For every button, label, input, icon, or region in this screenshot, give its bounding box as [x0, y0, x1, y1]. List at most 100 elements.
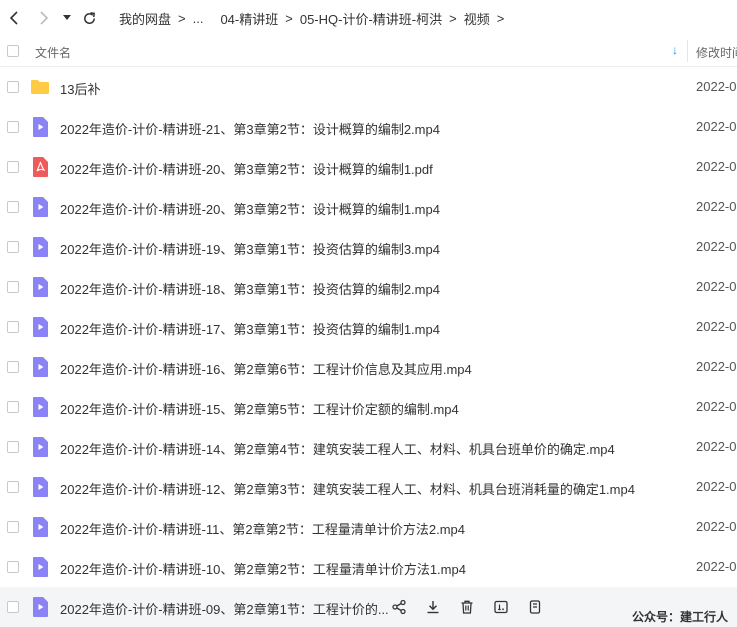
file-modified-date: 2022-0 [696, 479, 737, 494]
rename-icon[interactable] [493, 599, 509, 615]
file-name[interactable]: 2022年造价-计价-精讲班-10、第2章第2节：工程量清单计价方法1.mp4 [60, 559, 466, 578]
video-file-icon [33, 197, 48, 217]
file-modified-date: 2022-0 [696, 79, 737, 94]
breadcrumb-item-current[interactable]: 视频 [464, 9, 490, 28]
navigation-bar: 我的网盘 > ... 04-精讲班 > 05-HQ-计价-精讲班-柯洪 > 视频… [0, 0, 737, 36]
breadcrumb-separator: > [285, 11, 293, 26]
video-file-icon [33, 317, 48, 337]
breadcrumb: 我的网盘 > ... 04-精讲班 > 05-HQ-计价-精讲班-柯洪 > 视频… [119, 9, 511, 28]
file-name[interactable]: 2022年造价-计价-精讲班-16、第2章第6节：工程计价信息及其应用.mp4 [60, 359, 472, 378]
file-row[interactable]: 2022年造价-计价-精讲班-14、第2章第4节：建筑安装工程人工、材料、机具台… [0, 427, 737, 467]
download-icon[interactable] [425, 599, 441, 615]
file-name[interactable]: 2022年造价-计价-精讲班-09、第2章第1节：工程计价的... [60, 599, 389, 618]
file-modified-date: 2022-0 [696, 159, 737, 174]
file-row[interactable]: 2022年造价-计价-精讲班-16、第2章第6节：工程计价信息及其应用.mp4 2… [0, 347, 737, 387]
sort-arrow-icon[interactable]: ↓ [672, 43, 678, 57]
file-name[interactable]: 2022年造价-计价-精讲班-20、第3章第2节：设计概算的编制1.pdf [60, 159, 433, 178]
video-file-icon [33, 477, 48, 497]
file-row[interactable]: 2022年造价-计价-精讲班-20、第3章第2节：设计概算的编制1.pdf 202… [0, 147, 737, 187]
breadcrumb-item-root[interactable]: 我的网盘 [119, 9, 171, 28]
file-row[interactable]: 2022年造价-计价-精讲班-17、第3章第1节：投资估算的编制1.mp4 202… [0, 307, 737, 347]
file-name[interactable]: 2022年造价-计价-精讲班-20、第3章第2节：设计概算的编制1.mp4 [60, 199, 440, 218]
row-checkbox[interactable] [7, 201, 19, 213]
file-row[interactable]: 2022年造价-计价-精讲班-18、第3章第1节：投资估算的编制2.mp4 202… [0, 267, 737, 307]
column-header-name[interactable]: 文件名 [35, 44, 71, 61]
watermark-text: 公众号：建工行人 [632, 610, 729, 624]
file-name[interactable]: 2022年造价-计价-精讲班-17、第3章第1节：投资估算的编制1.mp4 [60, 319, 440, 338]
chevron-left-icon [9, 11, 18, 25]
file-modified-date: 2022-0 [696, 559, 737, 574]
select-all-checkbox[interactable] [7, 45, 19, 57]
file-row[interactable]: 2022年造价-计价-精讲班-12、第2章第3节：建筑安装工程人工、材料、机具台… [0, 467, 737, 507]
file-name[interactable]: 2022年造价-计价-精讲班-15、第2章第5节：工程计价定额的编制.mp4 [60, 399, 459, 418]
file-name[interactable]: 13后补 [60, 79, 100, 98]
file-row[interactable]: 13后补 2022-0 [0, 67, 737, 107]
video-file-icon [33, 277, 48, 297]
row-checkbox[interactable] [7, 481, 19, 493]
row-checkbox[interactable] [7, 161, 19, 173]
row-checkbox[interactable] [7, 241, 19, 253]
chevron-right-icon [40, 11, 49, 25]
file-row[interactable]: 2022年造价-计价-精讲班-21、第3章第2节：设计概算的编制2.mp4 202… [0, 107, 737, 147]
file-modified-date: 2022-0 [696, 199, 737, 214]
video-file-icon [33, 557, 48, 577]
file-row[interactable]: 2022年造价-计价-精讲班-09、第2章第1节：工程计价的... [0, 587, 737, 627]
row-checkbox[interactable] [7, 401, 19, 413]
file-modified-date: 2022-0 [696, 519, 737, 534]
pdf-file-icon [33, 157, 48, 177]
file-modified-date: 2022-0 [696, 319, 737, 334]
file-modified-date: 2022-0 [696, 359, 737, 374]
file-modified-date: 2022-0 [696, 239, 737, 254]
breadcrumb-separator: > [449, 11, 457, 26]
breadcrumb-item-ellipsis[interactable]: ... [193, 11, 204, 26]
row-checkbox[interactable] [7, 321, 19, 333]
file-row[interactable]: 2022年造价-计价-精讲班-15、第2章第5节：工程计价定额的编制.mp4 20… [0, 387, 737, 427]
back-button[interactable] [4, 6, 24, 30]
file-row[interactable]: 2022年造价-计价-精讲班-10、第2章第2节：工程量清单计价方法1.mp4 2… [0, 547, 737, 587]
file-row[interactable]: 2022年造价-计价-精讲班-20、第3章第2节：设计概算的编制1.mp4 202… [0, 187, 737, 227]
video-file-icon [33, 357, 48, 377]
file-name[interactable]: 2022年造价-计价-精讲班-18、第3章第1节：投资估算的编制2.mp4 [60, 279, 440, 298]
row-checkbox[interactable] [7, 521, 19, 533]
video-file-icon [33, 117, 48, 137]
video-file-icon [33, 397, 48, 417]
file-modified-date: 2022-0 [696, 279, 737, 294]
video-file-icon [33, 437, 48, 457]
breadcrumb-item-course[interactable]: 04-精讲班 [220, 9, 278, 28]
breadcrumb-separator: > [496, 11, 505, 26]
file-modified-date: 2022-0 [696, 439, 737, 454]
row-checkbox[interactable] [7, 361, 19, 373]
video-file-icon [33, 597, 48, 617]
row-checkbox[interactable] [7, 81, 19, 93]
refresh-icon [83, 11, 95, 24]
breadcrumb-item-subject[interactable]: 05-HQ-计价-精讲班-柯洪 [300, 9, 442, 28]
file-modified-date: 2022-0 [696, 399, 737, 414]
row-checkbox[interactable] [7, 441, 19, 453]
file-name[interactable]: 2022年造价-计价-精讲班-21、第3章第2节：设计概算的编制2.mp4 [60, 119, 440, 138]
video-file-icon [33, 237, 48, 257]
caret-down-icon [63, 15, 71, 20]
file-list-header: 文件名 ↓ 修改时间 [0, 36, 737, 67]
delete-icon[interactable] [459, 599, 475, 615]
refresh-button[interactable] [79, 6, 99, 30]
column-divider[interactable] [687, 40, 688, 62]
file-modified-date: 2022-0 [696, 119, 737, 134]
row-checkbox[interactable] [7, 561, 19, 573]
video-file-icon [33, 517, 48, 537]
column-header-modified-label: 修改时间 [696, 46, 737, 60]
more-icon[interactable] [527, 599, 543, 615]
file-row[interactable]: 2022年造价-计价-精讲班-11、第2章第2节：工程量清单计价方法2.mp4 2… [0, 507, 737, 547]
file-name[interactable]: 2022年造价-计价-精讲班-14、第2章第4节：建筑安装工程人工、材料、机具台… [60, 439, 615, 458]
file-row[interactable]: 2022年造价-计价-精讲班-19、第3章第1节：投资估算的编制3.mp4 202… [0, 227, 737, 267]
column-header-modified[interactable]: 修改时间 [696, 44, 737, 61]
history-dropdown-button[interactable] [60, 6, 74, 30]
share-icon[interactable] [391, 599, 407, 615]
breadcrumb-separator: > [178, 11, 186, 26]
row-checkbox[interactable] [7, 601, 19, 613]
forward-button[interactable] [34, 6, 54, 30]
file-name[interactable]: 2022年造价-计价-精讲班-19、第3章第1节：投资估算的编制3.mp4 [60, 239, 440, 258]
file-name[interactable]: 2022年造价-计价-精讲班-12、第2章第3节：建筑安装工程人工、材料、机具台… [60, 479, 635, 498]
file-name[interactable]: 2022年造价-计价-精讲班-11、第2章第2节：工程量清单计价方法2.mp4 [60, 519, 465, 538]
row-checkbox[interactable] [7, 121, 19, 133]
row-checkbox[interactable] [7, 281, 19, 293]
